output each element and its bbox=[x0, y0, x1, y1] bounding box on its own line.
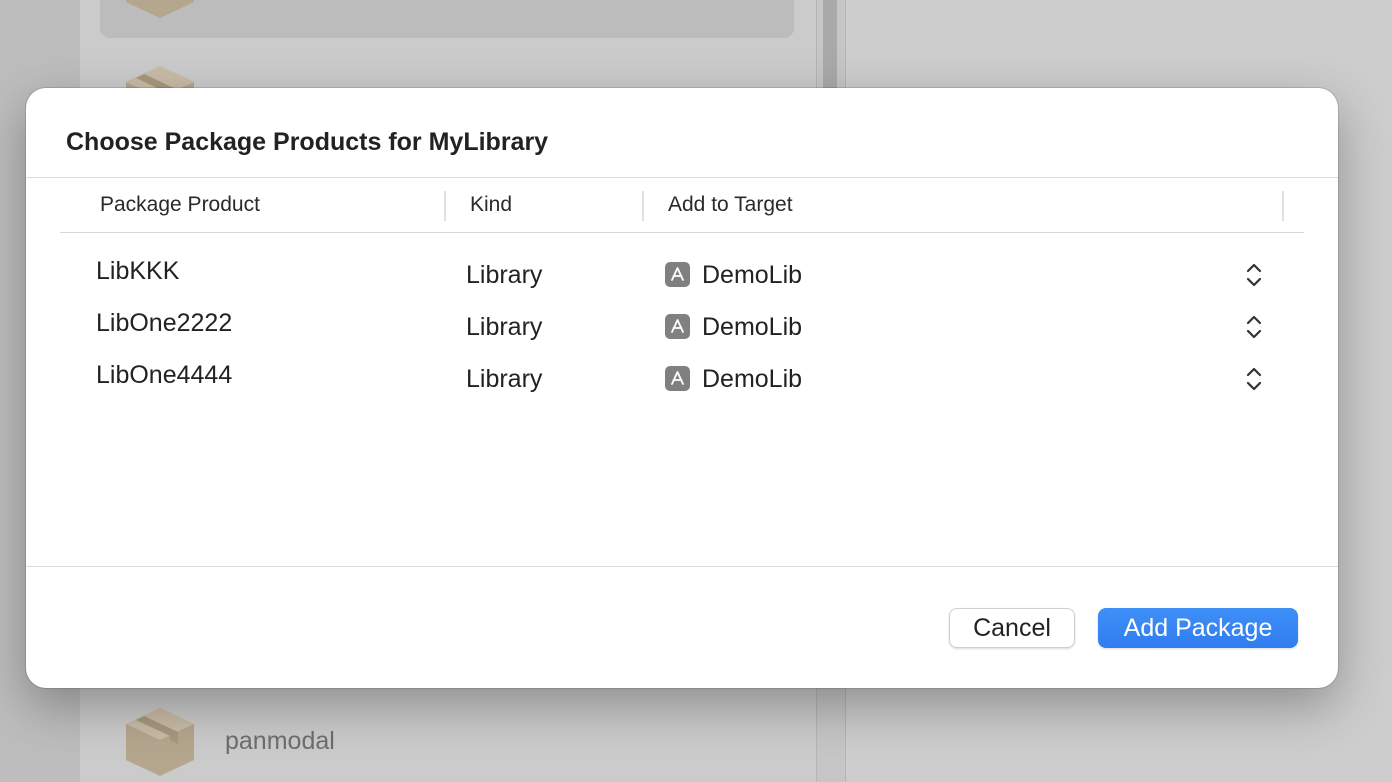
column-header-add-to-target[interactable]: Add to Target bbox=[668, 193, 793, 217]
package-product-name: LibOne2222 bbox=[96, 309, 233, 337]
package-box-icon bbox=[126, 708, 194, 776]
up-down-chevron-icon[interactable] bbox=[1244, 312, 1264, 342]
cancel-button[interactable]: Cancel bbox=[949, 608, 1075, 648]
title-divider bbox=[26, 177, 1338, 178]
column-separator[interactable] bbox=[642, 191, 644, 221]
package-kind: Library bbox=[466, 365, 543, 393]
background-selected-row bbox=[100, 0, 794, 38]
package-box-icon bbox=[126, 0, 194, 18]
column-header-kind[interactable]: Kind bbox=[470, 193, 512, 217]
app-target-icon bbox=[665, 366, 690, 391]
footer-divider bbox=[26, 566, 1338, 567]
up-down-chevron-icon[interactable] bbox=[1244, 260, 1264, 290]
column-header-package-product[interactable]: Package Product bbox=[100, 193, 260, 217]
choose-package-products-dialog: Choose Package Products for MyLibrary Pa… bbox=[26, 88, 1338, 688]
target-name: DemoLib bbox=[702, 261, 803, 289]
column-separator[interactable] bbox=[1282, 191, 1284, 221]
package-product-name: LibKKK bbox=[96, 257, 180, 285]
header-divider bbox=[60, 232, 1304, 233]
app-target-icon bbox=[665, 262, 690, 287]
app-target-icon bbox=[665, 314, 690, 339]
package-kind: Library bbox=[466, 313, 543, 341]
column-separator[interactable] bbox=[444, 191, 446, 221]
package-product-name: LibOne4444 bbox=[96, 361, 233, 389]
target-name: DemoLib bbox=[702, 365, 803, 393]
background-package-label[interactable]: panmodal bbox=[225, 727, 335, 756]
package-kind: Library bbox=[466, 261, 543, 289]
target-name: DemoLib bbox=[702, 313, 803, 341]
background-scrollbar-thumb[interactable] bbox=[823, 0, 837, 100]
up-down-chevron-icon[interactable] bbox=[1244, 364, 1264, 394]
dialog-title: Choose Package Products for MyLibrary bbox=[66, 128, 549, 156]
add-package-button[interactable]: Add Package bbox=[1098, 608, 1298, 648]
